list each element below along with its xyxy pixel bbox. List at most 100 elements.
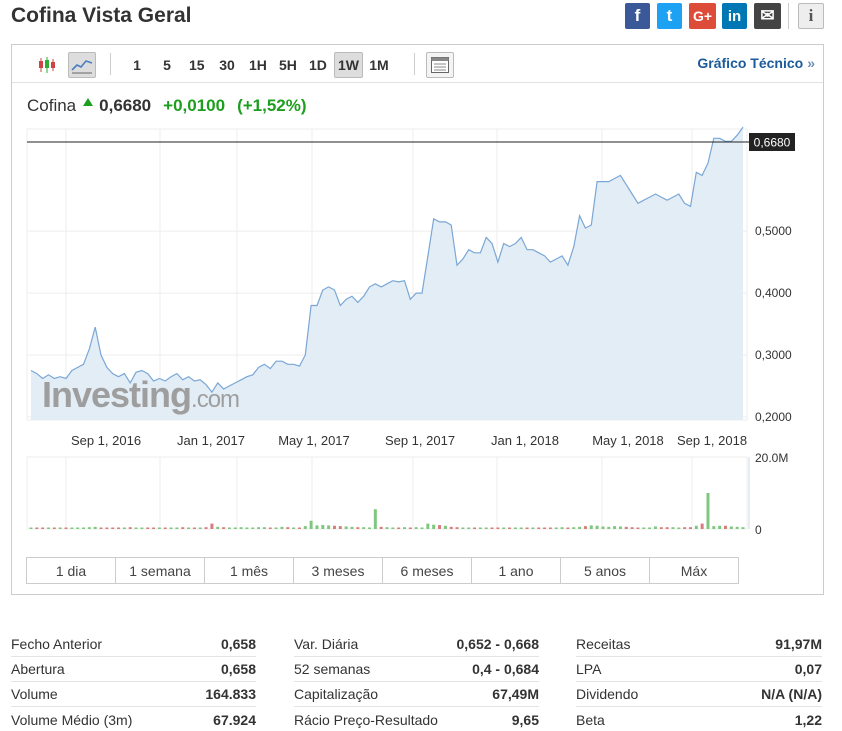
volume-bar — [513, 527, 517, 529]
last-price: 0,6680 — [99, 96, 152, 115]
y-tick-label: 0,5000 — [755, 224, 792, 238]
volume-area — [26, 456, 748, 530]
stats-column-2: Var. Diária 0,652 - 0,668 52 semanas 0,4 - … — [294, 632, 539, 731]
interval-1-button[interactable]: 1 — [130, 52, 144, 78]
volume-bar — [321, 525, 325, 529]
data-table-icon[interactable] — [426, 52, 454, 78]
volume-bar — [478, 527, 482, 529]
range-button[interactable]: 1 mês — [205, 558, 294, 583]
volume-bar — [140, 527, 144, 529]
technical-chart-link[interactable]: Gráfico Técnico» — [697, 55, 815, 71]
interval-5-button[interactable]: 5 — [160, 52, 174, 78]
toolbar-divider — [414, 53, 415, 75]
volume-bar — [47, 527, 51, 529]
toolbar-divider — [110, 53, 111, 75]
volume-bar — [473, 527, 477, 529]
volume-bar — [572, 527, 576, 529]
volume-bar — [222, 527, 226, 529]
range-button[interactable]: Máx — [650, 558, 738, 583]
volume-bar — [700, 523, 704, 529]
instrument-name: Cofina — [27, 96, 77, 115]
volume-bar — [292, 527, 296, 529]
facebook-icon[interactable]: f — [625, 3, 650, 29]
interval-1d-button[interactable]: 1D — [306, 52, 330, 78]
quote-summary: Cofina 0,6680 +0,0100 (+1,52%) — [27, 96, 307, 116]
volume-bar — [356, 527, 360, 529]
volume-bar — [677, 527, 681, 529]
volume-bar — [210, 523, 214, 529]
volume-bar — [438, 525, 442, 529]
line-chart-icon[interactable] — [68, 52, 96, 78]
volume-bar — [578, 526, 582, 529]
volume-bar — [192, 527, 196, 529]
current-price-label: 0,6680 — [754, 136, 791, 150]
interval-5h-button[interactable]: 5H — [276, 52, 300, 78]
volume-bar — [560, 527, 564, 529]
volume-bar — [496, 527, 500, 529]
volume-bar — [105, 527, 109, 529]
interval-1w-button[interactable]: 1W — [334, 52, 363, 78]
volume-bar — [367, 527, 371, 529]
volume-bar — [741, 527, 745, 529]
range-button[interactable]: 1 semana — [116, 558, 205, 583]
volume-bar — [227, 527, 231, 529]
range-button[interactable]: 1 ano — [472, 558, 561, 583]
volume-bar — [41, 527, 45, 529]
volume-bar — [659, 527, 663, 529]
interval-1m-button[interactable]: 1M — [366, 52, 392, 78]
stat-label: Var. Diária — [294, 636, 359, 652]
volume-bar — [362, 527, 366, 529]
google-plus-icon[interactable]: G+ — [689, 3, 716, 29]
stat-label: Volume Médio (3m) — [11, 711, 133, 728]
y-tick-label: 0,2000 — [755, 410, 792, 424]
stat-label: Abertura — [11, 661, 65, 677]
volume-bar — [490, 527, 494, 529]
volume-bar — [157, 527, 161, 529]
volume-bar — [251, 527, 255, 529]
volume-bar — [58, 527, 62, 529]
volume-max-label: 20.0M — [755, 451, 788, 465]
email-icon[interactable]: ✉ — [754, 3, 781, 29]
range-button[interactable]: 6 meses — [383, 558, 472, 583]
twitter-icon[interactable]: t — [657, 3, 682, 29]
volume-bar — [338, 526, 342, 529]
volume-bar — [683, 527, 687, 529]
stat-row: Dividendo N/A (N/A) — [576, 682, 822, 707]
chart-toolbar: 1 5 15 30 1H 5H 1D 1W 1M Gráfico Técnico» — [12, 45, 823, 83]
candlestick-chart-icon[interactable] — [33, 52, 61, 78]
stat-value: 0,658 — [220, 636, 256, 652]
stat-row: Fecho Anterior 0,658 — [11, 632, 256, 657]
volume-bar — [723, 525, 727, 529]
stat-row: Var. Diária 0,652 - 0,668 — [294, 632, 539, 657]
technical-chart-label[interactable]: Gráfico Técnico — [697, 55, 803, 71]
interval-15-button[interactable]: 15 — [186, 52, 208, 78]
stat-value: 91,97M — [775, 636, 822, 652]
range-button[interactable]: 1 dia — [27, 558, 116, 583]
volume-bar — [508, 527, 512, 529]
volume-zero-label: 0 — [755, 523, 762, 537]
range-button[interactable]: 3 meses — [294, 558, 383, 583]
volume-bar — [484, 527, 488, 529]
interval-1h-button[interactable]: 1H — [246, 52, 270, 78]
price-change: +0,0100 — [163, 96, 226, 115]
volume-bar — [350, 526, 354, 529]
volume-bar — [216, 526, 220, 529]
up-arrow-icon — [83, 98, 94, 106]
stat-label: Capitalização — [294, 686, 379, 702]
time-range-selector: 1 dia 1 semana 1 mês 3 meses 6 meses 1 ano 5 a… — [26, 557, 739, 584]
volume-bar — [414, 527, 418, 529]
volume-bar — [432, 524, 436, 529]
linkedin-icon[interactable]: in — [722, 3, 747, 29]
volume-bar — [257, 527, 261, 529]
volume-bar — [82, 527, 86, 529]
volume-bar — [93, 526, 97, 529]
range-button[interactable]: 5 anos — [561, 558, 650, 583]
volume-bar — [297, 527, 301, 529]
info-icon[interactable]: i — [798, 3, 824, 29]
stat-label: Beta — [576, 711, 605, 728]
volume-bar — [274, 527, 278, 529]
price-chart[interactable]: Investing.com0,66800,50000,40000,30000,2… — [12, 125, 823, 545]
stat-label: 52 semanas — [294, 661, 371, 677]
volume-bar — [449, 526, 453, 529]
interval-30-button[interactable]: 30 — [216, 52, 238, 78]
